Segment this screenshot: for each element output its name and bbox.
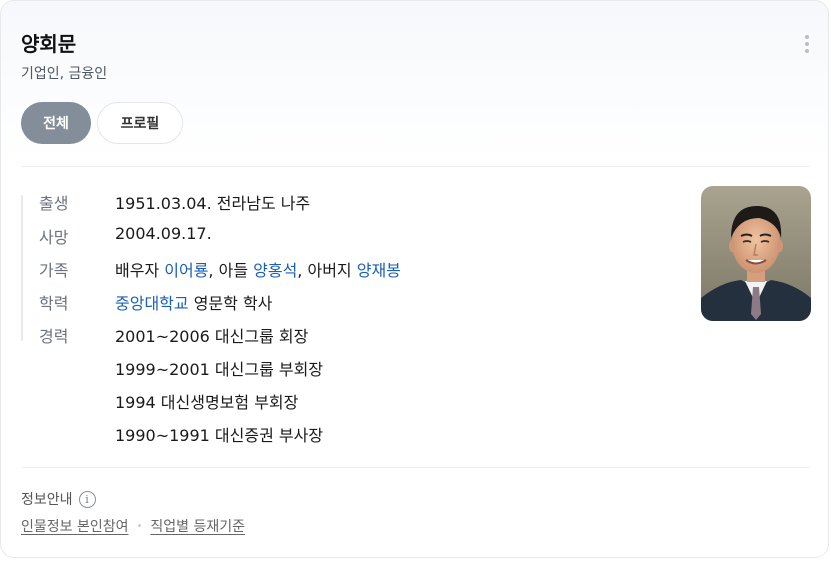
info-accent-bar: [21, 195, 23, 341]
father-link[interactable]: 양재봉: [357, 261, 401, 280]
school-link[interactable]: 중앙대학교: [115, 294, 189, 313]
person-occupation: 기업인, 금융인: [21, 66, 108, 82]
footer-divider: [21, 467, 810, 468]
career-item: 1999~2001 대신그룹 부회장: [115, 360, 324, 379]
profile-photo[interactable]: [701, 186, 811, 321]
section-divider: [21, 166, 810, 167]
spouse-link[interactable]: 이어룡: [164, 261, 208, 280]
registration-criteria-link[interactable]: 직업별 등재기준: [150, 516, 245, 536]
son-link[interactable]: 양홍석: [253, 261, 297, 280]
family-value: 배우자 이어룡, 아들 양홍석, 아버지 양재봉: [115, 257, 401, 281]
self-participation-link[interactable]: 인물정보 본인참여: [21, 516, 129, 536]
father-prefix: , 아버지: [297, 261, 357, 280]
birth-label: 출생: [39, 194, 69, 213]
education-detail: 영문학 학사: [188, 294, 273, 313]
person-name: 양회문: [21, 32, 77, 56]
education-label: 학력: [39, 294, 69, 313]
footer-links: 인물정보 본인참여 • 직업별 등재기준: [21, 516, 245, 536]
link-separator: •: [136, 520, 143, 532]
son-prefix: , 아들: [208, 261, 254, 280]
profile-card: 양회문 기업인, 금융인 전체 프로필 출생 1951.03.04. 전라남도 …: [0, 0, 829, 558]
education-value: 중앙대학교 영문학 학사: [115, 290, 272, 314]
tab-bar: 전체 프로필: [21, 102, 183, 144]
death-value: 2004.09.17.: [115, 224, 212, 243]
tab-all[interactable]: 전체: [21, 102, 91, 144]
birth-value: 1951.03.04. 전라남도 나주: [115, 194, 311, 213]
spouse-prefix: 배우자: [115, 261, 165, 280]
career-item: 2001~2006 대신그룹 회장: [115, 327, 309, 346]
family-label: 가족: [39, 261, 69, 280]
career-label: 경력: [39, 327, 69, 346]
footer-heading-row: 정보안내 i: [21, 489, 96, 509]
death-label: 사망: [39, 228, 69, 247]
career-item: 1994 대신생명보험 부회장: [115, 393, 299, 412]
info-icon[interactable]: i: [78, 490, 96, 508]
more-options-icon[interactable]: [797, 33, 817, 55]
tab-profile[interactable]: 프로필: [97, 102, 183, 144]
career-item: 1990~1991 대신증권 부사장: [115, 426, 324, 445]
info-guide-label: 정보안내: [21, 492, 73, 508]
